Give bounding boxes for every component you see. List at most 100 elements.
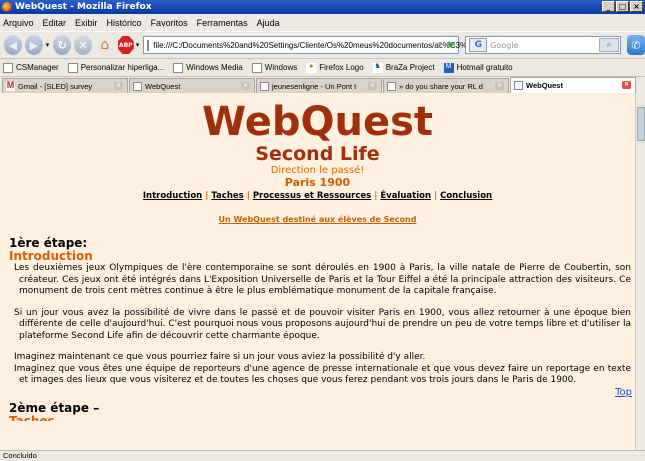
page-icon (133, 81, 142, 91)
page-header: WebQuest Second Life Direction le passé!… (0, 101, 635, 224)
tab-label[interactable]: WebQuest (145, 82, 229, 91)
taches-heading: Taches (9, 415, 55, 421)
tab-webquest-active[interactable]: WebQuest ✕ (510, 77, 636, 93)
gmail-icon: M (6, 79, 15, 91)
nav-introduction-link[interactable]: Introduction (143, 191, 202, 201)
page-title: WebQuest (202, 99, 433, 145)
back-button[interactable]: ◀ (4, 35, 22, 55)
maximize-button[interactable]: □ (616, 1, 629, 12)
stop-button[interactable]: ✕ (74, 35, 93, 55)
bookmark-item[interactable]: Windows Media (173, 62, 243, 73)
reload-button[interactable]: ↻ (53, 35, 72, 55)
bookmark-page-icon (67, 62, 78, 73)
tab-share-rl[interactable]: » do you share your RL det... ✕ (383, 78, 509, 93)
menubar: Arquivo Editar Exibir Histórico Favorito… (0, 14, 645, 31)
tab-label[interactable]: » do you share your RL det... (399, 82, 483, 91)
nav-separator: | (205, 191, 209, 201)
section-nav: Introduction | Taches | Processus et Ressour… (0, 191, 635, 202)
page-icon (514, 81, 523, 90)
bookmark-item[interactable]: ♞ BraZa Project (372, 62, 435, 73)
bookmark-item[interactable]: M Hotmail gratuito (443, 62, 513, 73)
page-subtitle: Second Life (255, 143, 380, 165)
menu-history[interactable]: Histórico (107, 18, 142, 28)
vertical-scrollbar[interactable] (635, 93, 645, 450)
step-1-heading: 1ère étape: (9, 236, 88, 250)
tab-label[interactable]: WebQuest (526, 81, 610, 90)
city-label: Paris 1900 (284, 176, 351, 189)
bookmark-item[interactable]: Personalizar hiperliga... (67, 62, 165, 73)
tab-close-icon[interactable]: ✕ (495, 82, 504, 90)
bookmark-label[interactable]: Personalizar hiperliga... (81, 63, 165, 72)
search-engine-icon[interactable]: G (469, 38, 488, 52)
history-dropdown-icon[interactable]: ▾ (46, 41, 50, 49)
step-2-heading: 2ème étape – (9, 401, 100, 415)
intro-paragraph: Imaginez maintenant ce que vous pourriez… (14, 352, 426, 362)
url-bar[interactable]: file:///C:/Documents%20and%20Settings/Cl… (143, 36, 473, 54)
menu-view[interactable]: Exibir (75, 18, 98, 28)
tab-webquest[interactable]: WebQuest ✕ (129, 78, 255, 93)
menu-help[interactable]: Ajuda (257, 18, 280, 28)
bookmarks-toolbar: CSManager Personalizar hiperliga... Wind… (0, 58, 645, 76)
tab-gmail[interactable]: M Gmail - [SLED] survey ✕ (2, 78, 128, 93)
tab-jeunesenligne[interactable]: jeunesenligne - Un Pont tou... ✕ (256, 78, 382, 93)
bookmark-item[interactable]: Windows (251, 62, 297, 73)
menu-bookmarks[interactable]: Favoritos (151, 18, 188, 28)
bookmark-page-icon (251, 62, 262, 73)
search-placeholder[interactable]: Google (490, 41, 518, 50)
nav-separator: | (246, 191, 250, 201)
tab-label[interactable]: jeunesenligne - Un Pont tou... (272, 82, 356, 91)
menu-tools[interactable]: Ferramentas (197, 18, 248, 28)
bookmark-label[interactable]: CSManager (16, 63, 59, 72)
forward-button[interactable]: ▶ (24, 35, 43, 55)
bookmark-page-icon (173, 62, 184, 73)
bookmark-label[interactable]: Windows (265, 63, 297, 72)
nav-processus-link[interactable]: Processus et Ressources (253, 191, 371, 201)
bookmark-label[interactable]: Windows Media (186, 63, 242, 72)
hotmail-icon: M (443, 62, 454, 73)
tab-close-icon[interactable]: ✕ (114, 82, 123, 90)
nav-separator: | (434, 191, 438, 201)
bookmark-item[interactable]: CSManager (3, 62, 59, 73)
nav-evaluation-link[interactable]: Évaluation (380, 191, 431, 201)
window-title: WebQuest - Mozilla Firefox (15, 2, 152, 12)
minimize-button[interactable]: _ (602, 1, 615, 12)
window-titlebar: WebQuest - Mozilla Firefox _ □ × (0, 0, 645, 14)
skype-icon[interactable]: ✆ (627, 35, 645, 55)
bookmark-label[interactable]: Hotmail gratuito (457, 63, 513, 72)
tab-bar: M Gmail - [SLED] survey ✕ WebQuest ✕ jeunes… (0, 76, 645, 93)
page-icon (147, 39, 150, 51)
adblock-dropdown-icon[interactable]: ▾ (136, 41, 140, 49)
bookmark-star-icon[interactable]: ▾ (438, 39, 443, 50)
status-text: Concluído (3, 451, 37, 460)
menu-edit[interactable]: Editar (43, 18, 67, 28)
tab-label[interactable]: Gmail - [SLED] survey (18, 82, 102, 91)
tab-close-icon[interactable]: ✕ (241, 82, 250, 90)
bookmark-label[interactable]: BraZa Project (386, 63, 435, 72)
audience-link[interactable]: Un WebQuest destiné aux élèves de Second (0, 215, 635, 224)
search-icon[interactable]: ⌕ (599, 38, 620, 52)
bookmark-page-icon (3, 62, 13, 73)
intro-paragraph: Les deuxièmes jeux Olympiques de l'ère c… (14, 263, 631, 296)
page-content: WebQuest Second Life Direction le passé!… (0, 93, 635, 450)
go-icon[interactable]: ▶ (448, 39, 455, 50)
top-link[interactable]: Top (615, 387, 632, 398)
adblock-icon[interactable]: ABP (117, 36, 134, 54)
url-text[interactable]: file:///C:/Documents%20and%20Settings/Cl… (153, 41, 472, 50)
scrollbar-thumb[interactable] (637, 107, 645, 141)
nav-conclusion-link[interactable]: Conclusion (440, 191, 492, 201)
bookmark-label[interactable]: Firefox Logo (319, 63, 363, 72)
tab-close-icon[interactable]: ✕ (622, 81, 631, 89)
page-icon (260, 81, 269, 91)
window-controls: _ □ × (602, 1, 643, 12)
close-button[interactable]: × (630, 1, 643, 12)
introduction-heading: Introduction (9, 249, 93, 263)
page-icon (387, 81, 396, 91)
firefox-logo-icon: ● (306, 62, 317, 73)
menu-file[interactable]: Arquivo (3, 18, 34, 28)
tab-close-icon[interactable]: ✕ (368, 82, 377, 90)
nav-taches-link[interactable]: Taches (211, 191, 243, 201)
bookmark-item[interactable]: ● Firefox Logo (306, 62, 364, 73)
navigation-toolbar: ◀ ▶ ▾ ↻ ✕ ⌂ ABP ▾ file:///C:/Documents%2… (0, 31, 645, 58)
search-box[interactable]: G Google ⌕ (465, 36, 622, 54)
home-button[interactable]: ⌂ (95, 35, 115, 55)
